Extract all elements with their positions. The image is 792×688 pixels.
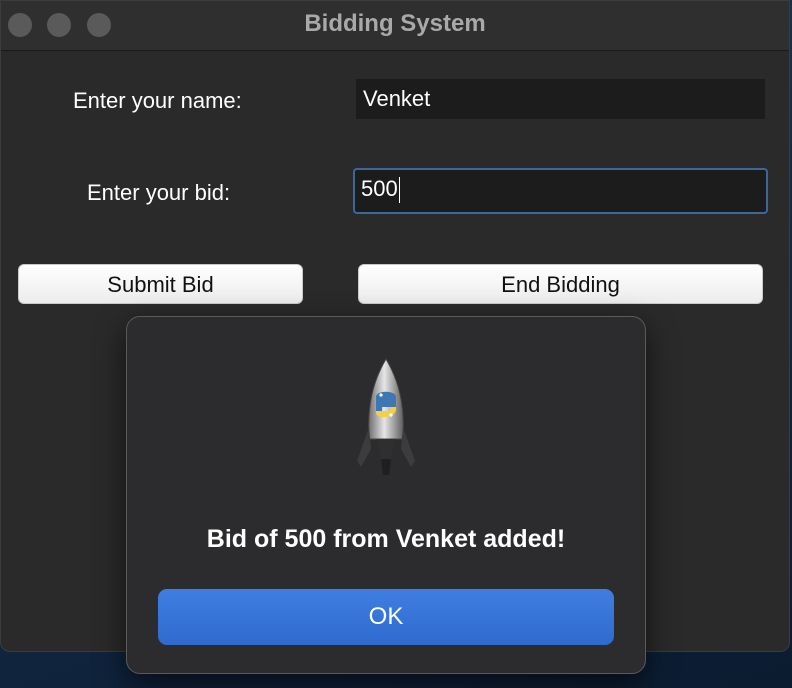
ok-button[interactable]: OK xyxy=(158,589,614,645)
title-bar: Bidding System xyxy=(1,1,789,51)
end-bidding-button[interactable]: End Bidding xyxy=(358,264,763,304)
name-input[interactable]: Venket xyxy=(356,79,765,119)
bid-label: Enter your bid: xyxy=(87,180,231,205)
alert-dialog: Bid of 500 from Venket added! OK xyxy=(126,316,646,674)
bid-input[interactable]: 500 xyxy=(353,168,768,214)
name-input-value: Venket xyxy=(363,86,431,111)
bid-input-value: 500 xyxy=(361,176,398,201)
text-caret xyxy=(398,177,400,204)
dialog-message: Bid of 500 from Venket added! xyxy=(206,525,566,553)
python-launcher-rocket-icon xyxy=(357,358,415,475)
submit-bid-button[interactable]: Submit Bid xyxy=(18,264,303,304)
name-label: Enter your name: xyxy=(73,88,242,113)
window-title: Bidding System xyxy=(304,10,486,37)
